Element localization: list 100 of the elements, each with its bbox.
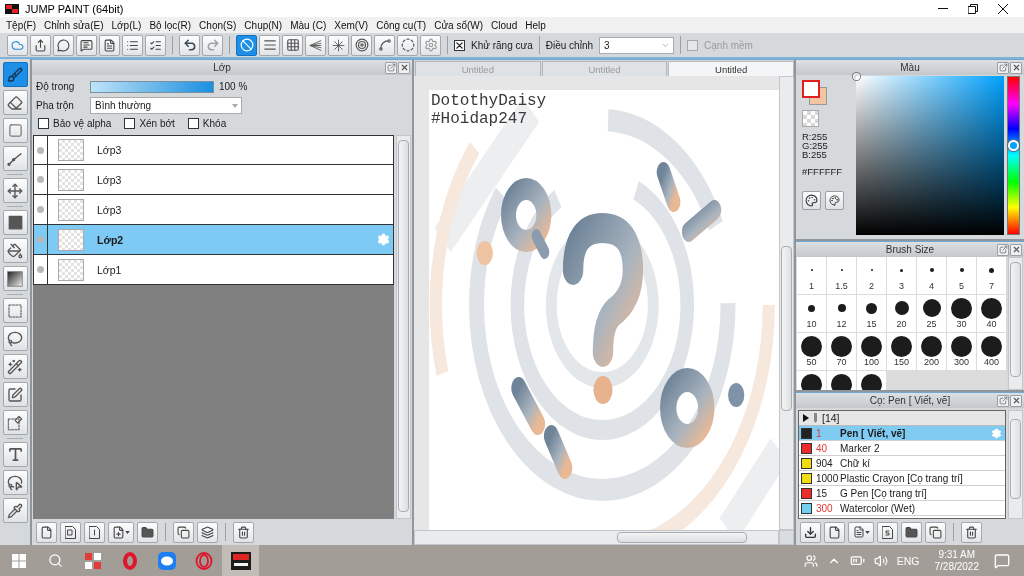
- snap-button[interactable]: [259, 34, 280, 56]
- close-button[interactable]: [1010, 394, 1022, 407]
- palette-button[interactable]: [825, 191, 844, 210]
- brush-size-button[interactable]: 5: [947, 257, 976, 294]
- color-field[interactable]: [856, 76, 1004, 235]
- undo-button[interactable]: [179, 34, 200, 56]
- visibility-dot-icon[interactable]: [37, 146, 44, 154]
- snap-button[interactable]: [374, 34, 395, 56]
- toolbar-button[interactable]: [76, 34, 97, 56]
- brush-row[interactable]: 15 G Pen [Cọ trang trí]: [799, 486, 1005, 501]
- tool-button[interactable]: [2, 210, 28, 235]
- duplicate-button[interactable]: [173, 521, 194, 543]
- hue-slider-thumb[interactable]: [1008, 140, 1019, 152]
- tool-button[interactable]: [2, 326, 28, 351]
- brush-size-button[interactable]: 70: [827, 333, 856, 370]
- tool-button[interactable]: [2, 266, 28, 291]
- layer-row[interactable]: Lớp3: [33, 165, 394, 195]
- brush-size-button[interactable]: 30: [947, 295, 976, 332]
- adjust-dropdown[interactable]: 3: [599, 36, 675, 54]
- toolbar-button[interactable]: [53, 34, 74, 56]
- layer-row[interactable]: Lớp1: [33, 255, 394, 285]
- visibility-dot-icon[interactable]: [37, 176, 44, 183]
- menu-item[interactable]: Help: [521, 17, 550, 33]
- checkbox[interactable]: [187, 118, 199, 129]
- close-button[interactable]: [1010, 61, 1022, 74]
- brush-size-button[interactable]: 1.5: [827, 257, 856, 294]
- merge-button[interactable]: [197, 521, 218, 543]
- layer-row[interactable]: Lớp3: [33, 195, 394, 225]
- scrollbar-thumb[interactable]: [398, 140, 409, 512]
- blend-dropdown[interactable]: Bình thường: [90, 97, 242, 114]
- brush-row[interactable]: 300 Watercolor (Wet): [799, 501, 1005, 516]
- layer-row[interactable]: Lớp2: [33, 225, 394, 255]
- checkbox[interactable]: [38, 118, 49, 129]
- menu-item[interactable]: Chụp(N): [240, 17, 287, 33]
- brush-size-button[interactable]: 2: [857, 257, 886, 294]
- brush-size-button[interactable]: 4: [917, 257, 946, 294]
- visibility-dot-icon[interactable]: [37, 206, 44, 213]
- brush-file-button[interactable]: [877, 521, 898, 543]
- undock-button[interactable]: [997, 61, 1009, 74]
- volume-icon[interactable]: [873, 553, 888, 568]
- brush-size-button[interactable]: 20: [887, 295, 916, 332]
- brush-row[interactable]: 40 Marker 2: [799, 441, 1005, 456]
- brush-size-button[interactable]: 50: [797, 333, 826, 370]
- tool-button[interactable]: [2, 146, 28, 171]
- snap-button[interactable]: [328, 34, 349, 56]
- notification-icon[interactable]: [994, 552, 1010, 569]
- visibility-dot-icon[interactable]: [37, 236, 44, 243]
- brush-size-button[interactable]: 12: [827, 295, 856, 332]
- palette-button[interactable]: [802, 191, 821, 210]
- people-icon[interactable]: [803, 553, 818, 568]
- menu-item[interactable]: Chọn(S): [195, 17, 241, 33]
- menu-item[interactable]: Màu (C): [286, 17, 331, 33]
- toolbar-button[interactable]: [145, 34, 166, 56]
- scrollbar-thumb[interactable]: [617, 532, 747, 543]
- brush-row[interactable]: 904 Chữ kí: [799, 456, 1005, 471]
- close-button[interactable]: [398, 61, 410, 74]
- checkbox[interactable]: [454, 39, 465, 51]
- document-tab[interactable]: Untitled: [668, 61, 794, 76]
- new-layer-button[interactable]: [60, 521, 81, 543]
- brush-size-button[interactable]: 100: [857, 333, 886, 370]
- menu-item[interactable]: Cloud: [487, 17, 522, 33]
- duplicate-button[interactable]: [925, 521, 946, 543]
- undock-button[interactable]: [385, 61, 397, 74]
- tool-button[interactable]: [2, 470, 28, 495]
- brush-size-button[interactable]: 40: [977, 295, 1006, 332]
- tool-button[interactable]: [2, 354, 28, 379]
- tool-button[interactable]: [2, 442, 28, 467]
- delete-button[interactable]: [961, 521, 982, 543]
- brush-size-button[interactable]: 25: [917, 295, 946, 332]
- snap-button[interactable]: [282, 34, 303, 56]
- menu-item[interactable]: Tệp(F): [2, 17, 40, 33]
- undock-button[interactable]: [997, 394, 1009, 407]
- checkbox[interactable]: [124, 118, 136, 129]
- tool-button[interactable]: [2, 178, 28, 203]
- add-layer-button[interactable]: [108, 521, 134, 543]
- close-button[interactable]: [1010, 243, 1022, 256]
- menu-item[interactable]: Xem(V): [330, 17, 373, 33]
- delete-button[interactable]: [233, 521, 254, 543]
- taskbar-app-button[interactable]: [222, 545, 259, 576]
- menu-item[interactable]: Lớp(L): [107, 17, 146, 33]
- new-layer-button[interactable]: [36, 521, 57, 543]
- brush-size-button[interactable]: 400: [977, 333, 1006, 370]
- brush-size-button[interactable]: 150: [887, 333, 916, 370]
- download-button[interactable]: [800, 521, 821, 543]
- snap-button[interactable]: [236, 34, 257, 56]
- scrollbar-thumb[interactable]: [1010, 419, 1021, 499]
- brush-size-button[interactable]: 7: [977, 257, 1006, 294]
- brush-size-button[interactable]: 3: [887, 257, 916, 294]
- snap-button[interactable]: [305, 34, 326, 56]
- undock-button[interactable]: [997, 243, 1009, 256]
- tool-button[interactable]: [2, 238, 28, 263]
- new-layer-button[interactable]: [84, 521, 105, 543]
- toolbar-button[interactable]: [122, 34, 143, 56]
- opacity-slider[interactable]: [90, 80, 214, 93]
- scrollbar-thumb[interactable]: [1010, 262, 1021, 377]
- layer-row[interactable]: Lớp3: [33, 135, 394, 165]
- scrollbar-thumb[interactable]: [781, 246, 792, 411]
- brush-size-button[interactable]: 200: [917, 333, 946, 370]
- battery-icon[interactable]: [849, 553, 865, 568]
- toolbar-button[interactable]: [99, 34, 120, 56]
